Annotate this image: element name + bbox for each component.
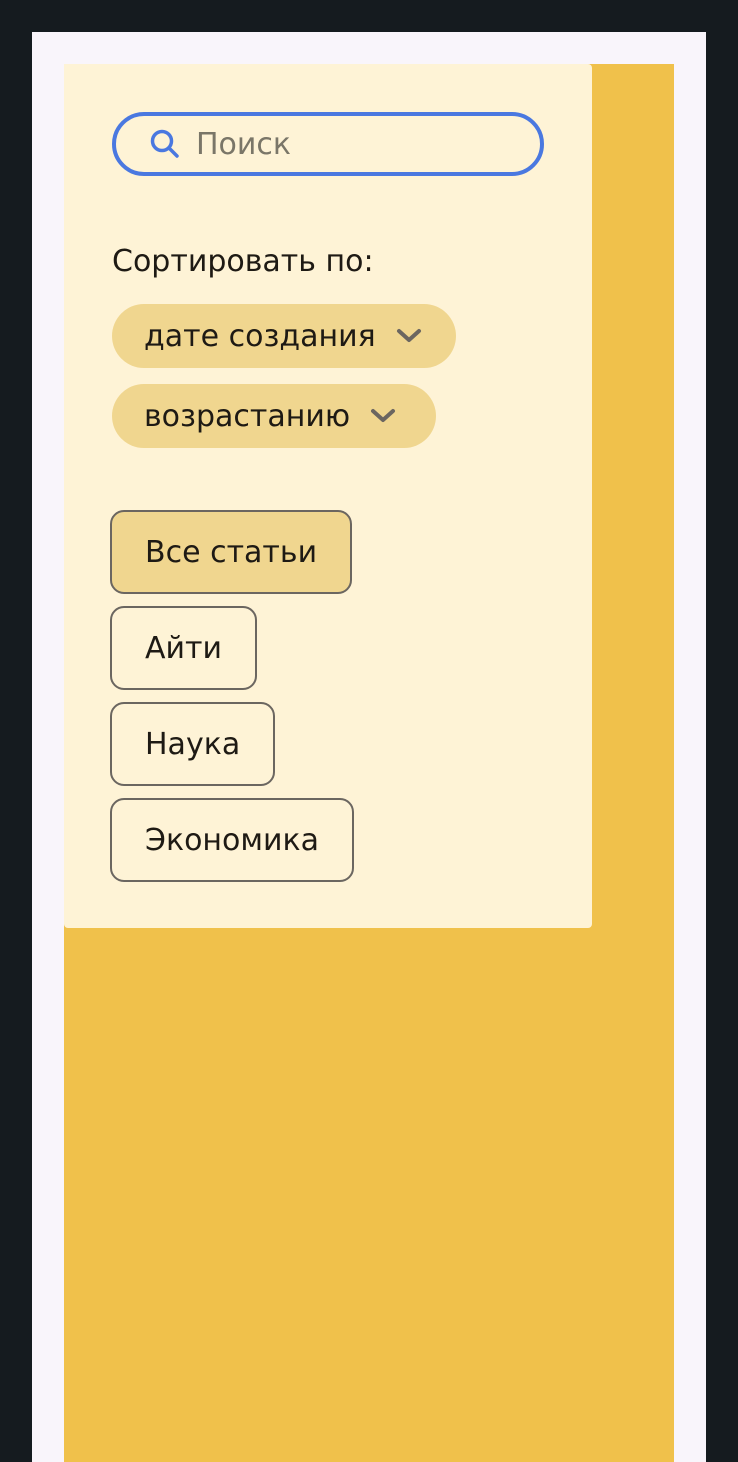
category-economics-button[interactable]: Экономика	[110, 798, 355, 882]
sort-order-value: возрастанию	[144, 398, 351, 434]
sort-field-value: дате создания	[144, 318, 376, 354]
sort-order-select[interactable]: возрастанию	[112, 384, 436, 448]
chevron-down-icon	[370, 408, 396, 424]
category-it-button[interactable]: Айти	[110, 606, 257, 690]
search-icon	[148, 127, 182, 161]
sort-field-select[interactable]: дате создания	[112, 304, 456, 368]
chevron-down-icon	[396, 328, 422, 344]
search-input[interactable]	[196, 126, 516, 162]
sort-label: Сортировать по:	[112, 244, 374, 279]
category-science-button[interactable]: Наука	[110, 702, 276, 786]
category-all-articles-button[interactable]: Все статьи	[110, 510, 353, 594]
filter-sidebar: Сортировать по: дате создания возрастани…	[64, 64, 592, 928]
search-box[interactable]	[112, 112, 544, 176]
